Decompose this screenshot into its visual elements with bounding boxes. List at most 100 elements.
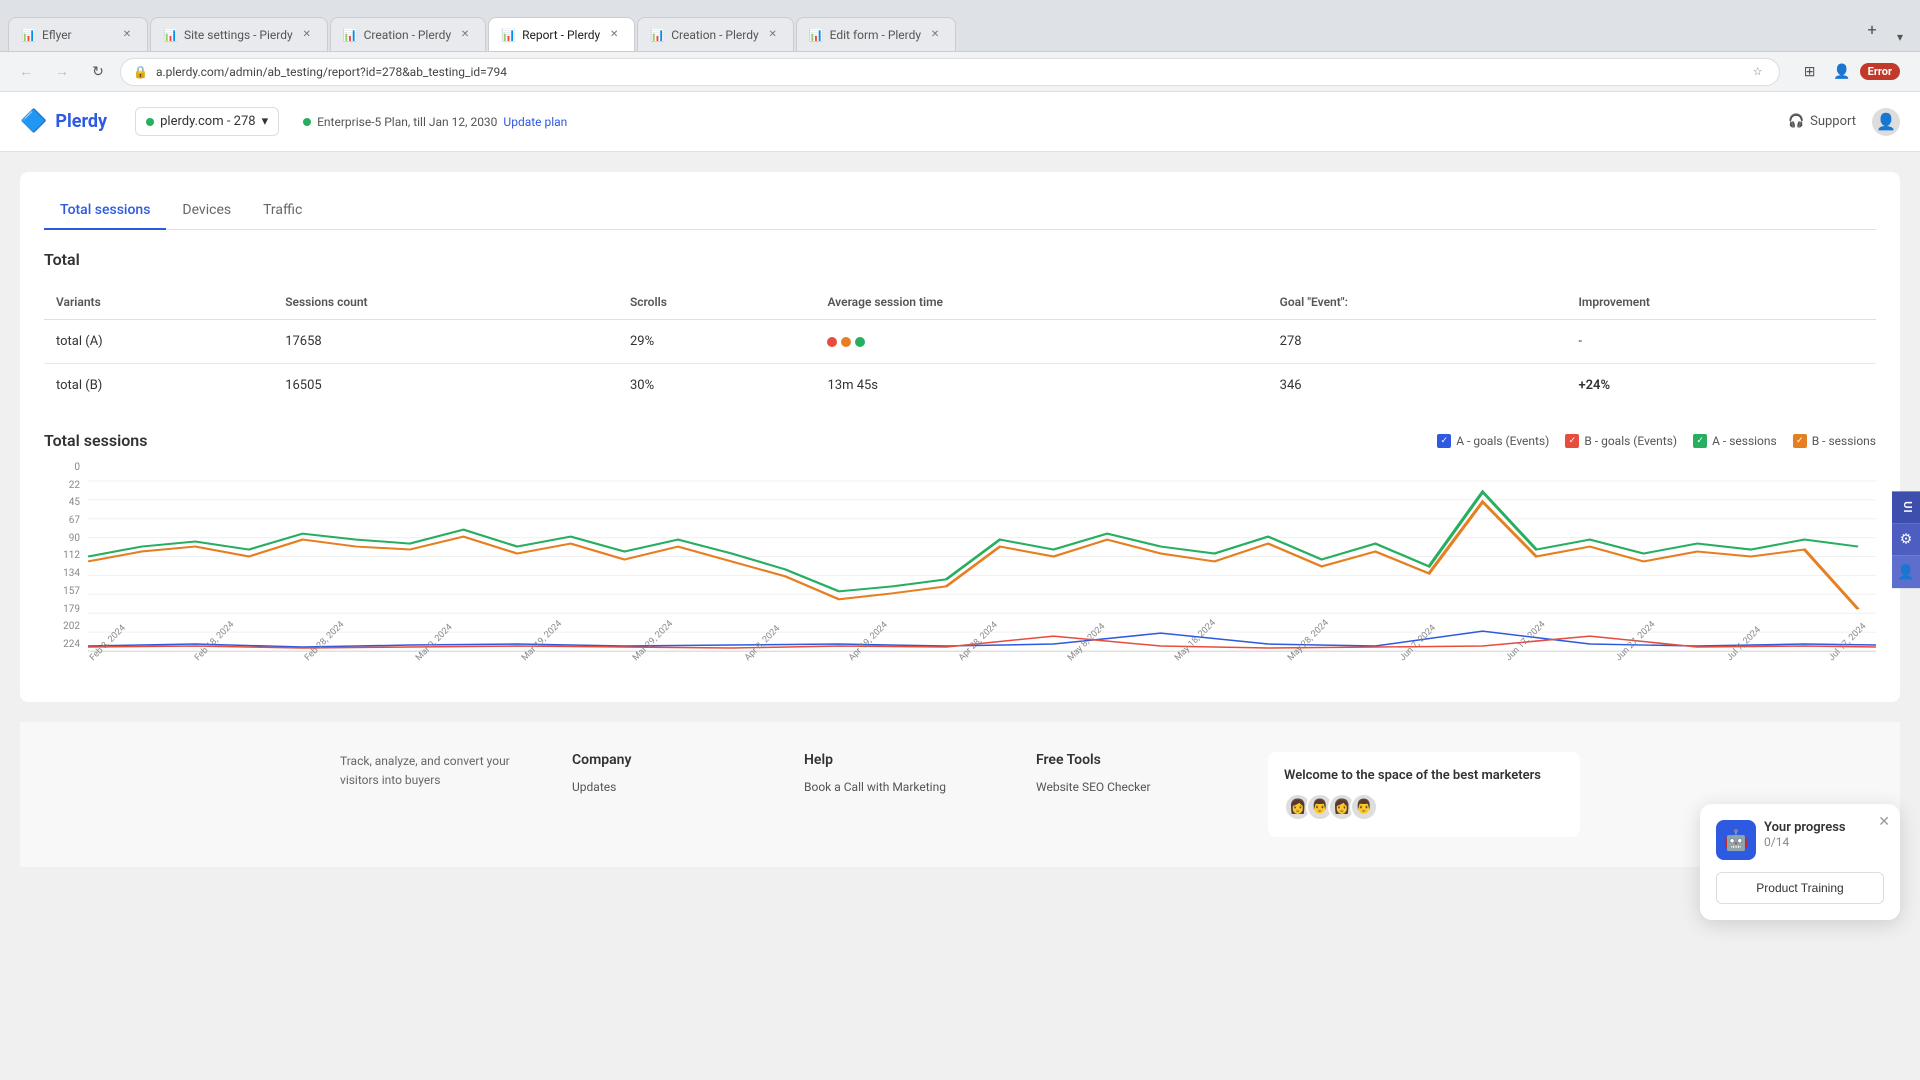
forward-button[interactable]: → — [48, 58, 76, 86]
user-avatar[interactable]: 👤 — [1872, 108, 1900, 136]
support-button[interactable]: 🎧 Support — [1788, 114, 1856, 129]
footer-welcome-card: Welcome to the space of the best markete… — [1268, 752, 1580, 837]
browser-tab-report[interactable]: 📊 Report - Plerdy ✕ — [488, 17, 635, 51]
y-label: 202 — [44, 621, 84, 632]
browser-tab-creation2[interactable]: 📊 Creation - Plerdy ✕ — [637, 17, 793, 51]
progress-title: Your progress — [1764, 820, 1884, 835]
progress-info: Your progress 0/14 — [1764, 820, 1884, 849]
tab-favicon: 📊 — [163, 28, 178, 42]
main-content: Total sessions Devices Traffic Total Var… — [0, 152, 1920, 1080]
legend-a-sessions: ✓ A - sessions — [1693, 434, 1777, 448]
tab-close-icon[interactable]: ✕ — [765, 27, 781, 43]
tab-favicon: 📊 — [501, 28, 516, 42]
y-label: 224 — [44, 639, 84, 650]
tab-menu-button[interactable]: ▾ — [1888, 23, 1912, 51]
footer-free-tools: Free Tools Website SEO Checker — [1036, 752, 1244, 837]
legend-check-red: ✓ — [1565, 434, 1579, 448]
address-bar-row: ← → ↻ 🔒 a.plerdy.com/admin/ab_testing/re… — [0, 52, 1920, 92]
tab-close-icon[interactable]: ✕ — [119, 27, 135, 43]
bookmark-icon[interactable]: ☆ — [1749, 63, 1767, 81]
headset-icon: 🎧 — [1788, 114, 1804, 129]
progress-count: 0/14 — [1764, 835, 1884, 849]
tab-title: Creation - Plerdy — [364, 28, 452, 42]
legend-b-goals: ✓ B - goals (Events) — [1565, 434, 1677, 448]
browser-tab-eflyer[interactable]: 📊 Eflyer ✕ — [8, 17, 148, 51]
footer-tagline: Track, analyze, and convert your visitor… — [340, 752, 548, 837]
tab-close-icon[interactable]: ✕ — [457, 27, 473, 43]
tab-close-icon[interactable]: ✕ — [606, 27, 622, 43]
cell-variant-b: total (B) — [44, 364, 273, 408]
sidebar-tab-gear[interactable]: ⚙ — [1892, 524, 1920, 556]
tab-total-sessions[interactable]: Total sessions — [44, 192, 166, 230]
tab-traffic[interactable]: Traffic — [247, 192, 318, 230]
update-plan-link[interactable]: Update plan — [503, 115, 567, 129]
dot-red — [827, 337, 837, 347]
cell-variant-a: total (A) — [44, 320, 273, 364]
plerdy-bot-icon: 🤖 — [1716, 820, 1756, 860]
product-training-button[interactable]: Product Training — [1716, 872, 1884, 904]
tab-favicon: 📊 — [650, 28, 665, 42]
chart-title: Total sessions — [44, 431, 147, 450]
reload-button[interactable]: ↻ — [84, 58, 112, 86]
y-label: 134 — [44, 568, 84, 579]
new-tab-button[interactable]: + — [1858, 16, 1886, 44]
browser-chrome: 📊 Eflyer ✕ 📊 Site settings - Pierdy ✕ 📊 … — [0, 0, 1920, 52]
legend-b-goals-label: B - goals (Events) — [1584, 434, 1677, 448]
site-selector-label: plerdy.com - 278 — [160, 114, 255, 129]
sidebar-tab-person[interactable]: 👤 — [1892, 556, 1920, 589]
tab-close-icon[interactable]: ✕ — [927, 27, 943, 43]
footer-link-updates[interactable]: Updates — [572, 780, 780, 794]
plan-info: Enterprise-5 Plan, till Jan 12, 2030 Upd… — [303, 115, 567, 129]
tab-devices[interactable]: Devices — [166, 192, 247, 230]
footer-grid: Track, analyze, and convert your visitor… — [340, 752, 1580, 837]
browser-tab-creation[interactable]: 📊 Creation - Plerdy ✕ — [330, 17, 486, 51]
footer-link-seo[interactable]: Website SEO Checker — [1036, 780, 1244, 794]
table-header-row: Variants Sessions count Scrolls Average … — [44, 285, 1876, 320]
browser-tab-site-settings[interactable]: 📊 Site settings - Pierdy ✕ — [150, 17, 328, 51]
col-scrolls: Scrolls — [618, 285, 816, 320]
legend-a-goals-label: A - goals (Events) — [1456, 434, 1549, 448]
cell-avg-a — [815, 320, 1267, 364]
back-button[interactable]: ← — [12, 58, 40, 86]
y-label: 0 — [44, 462, 84, 473]
cell-sessions-a: 17658 — [273, 320, 618, 364]
footer-link-booking[interactable]: Book a Call with Marketing — [804, 780, 1012, 794]
profile-icon[interactable]: 👤 — [1828, 58, 1856, 86]
footer-company-title: Company — [572, 752, 780, 768]
legend-check-green: ✓ — [1693, 434, 1707, 448]
chart-legend: ✓ A - goals (Events) ✓ B - goals (Events… — [1437, 434, 1876, 448]
progress-close-button[interactable]: ✕ — [1878, 814, 1890, 830]
tab-close-icon[interactable]: ✕ — [299, 27, 315, 43]
sidebar-tab-ui[interactable]: UI — [1892, 491, 1920, 523]
cell-goal-a: 278 — [1268, 320, 1567, 364]
tab-title: Report - Plerdy — [522, 28, 600, 42]
tab-bar: 📊 Eflyer ✕ 📊 Site settings - Pierdy ✕ 📊 … — [0, 0, 1920, 51]
address-icons: ☆ — [1749, 63, 1767, 81]
chart-header: Total sessions ✓ A - goals (Events) ✓ B … — [44, 431, 1876, 450]
header-right: 🎧 Support 👤 — [1788, 108, 1900, 136]
chart-svg — [88, 462, 1876, 651]
cell-sessions-b: 16505 — [273, 364, 618, 408]
mini-avatar-4: 👨 — [1350, 793, 1378, 821]
legend-a-goals: ✓ A - goals (Events) — [1437, 434, 1549, 448]
address-url: a.plerdy.com/admin/ab_testing/report?id=… — [156, 65, 1741, 79]
extensions-icon[interactable]: ⊞ — [1796, 58, 1824, 86]
tab-title: Eflyer — [42, 28, 113, 42]
table-row: total (B) 16505 30% 13m 45s 346 +24% — [44, 364, 1876, 408]
chart-area: 224 202 179 157 134 112 90 67 45 22 0 — [44, 462, 1876, 682]
legend-a-sessions-label: A - sessions — [1712, 434, 1777, 448]
site-selector[interactable]: plerdy.com - 278 ▾ — [135, 107, 279, 136]
legend-b-sessions: ✓ B - sessions — [1793, 434, 1876, 448]
address-bar[interactable]: 🔒 a.plerdy.com/admin/ab_testing/report?i… — [120, 58, 1780, 86]
logo-icon: 🔷 — [20, 109, 47, 134]
section-title: Total — [44, 250, 1876, 269]
y-label: 90 — [44, 533, 84, 544]
footer-welcome-title: Welcome to the space of the best markete… — [1284, 768, 1564, 783]
browser-tab-edit-form[interactable]: 📊 Edit form - Plerdy ✕ — [796, 17, 956, 51]
col-goal: Goal "Event": — [1268, 285, 1567, 320]
error-button[interactable]: Error — [1860, 63, 1900, 80]
dot-orange — [841, 337, 851, 347]
y-axis: 224 202 179 157 134 112 90 67 45 22 0 — [44, 462, 84, 652]
y-label: 67 — [44, 515, 84, 526]
tab-navigation: Total sessions Devices Traffic — [44, 192, 1876, 230]
